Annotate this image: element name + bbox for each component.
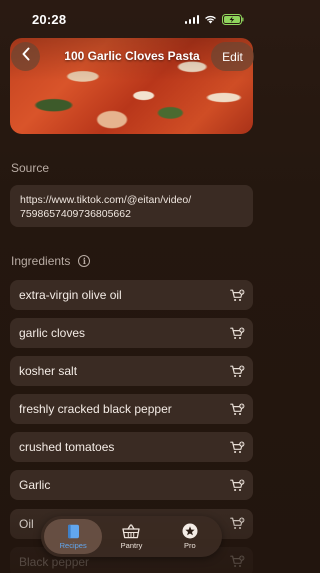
tab-label: Pantry — [120, 540, 143, 550]
chevron-left-icon — [21, 47, 31, 66]
edit-button[interactable]: Edit — [211, 42, 254, 71]
recipe-title: 100 Garlic Cloves Pasta — [64, 49, 200, 63]
ingredients-label: Ingredients — [11, 254, 71, 268]
ingredient-row[interactable]: extra-virgin olive oil — [10, 280, 253, 310]
add-to-cart-icon[interactable] — [230, 517, 245, 530]
add-to-cart-icon[interactable] — [230, 479, 245, 492]
add-to-cart-icon[interactable] — [230, 289, 245, 302]
book-icon — [67, 524, 80, 539]
source-url-line-2: 7598657409736805662 — [20, 208, 131, 220]
star-badge-icon — [182, 523, 198, 539]
add-to-cart-icon[interactable] — [230, 327, 245, 340]
wifi-icon — [204, 15, 217, 24]
ingredient-row[interactable]: garlic cloves — [10, 318, 253, 349]
add-to-cart-icon[interactable] — [230, 403, 245, 416]
status-icons — [184, 13, 245, 25]
add-to-cart-icon[interactable] — [230, 365, 245, 378]
info-icon[interactable]: i — [78, 255, 91, 267]
source-label: Source — [11, 161, 50, 175]
battery-charging-icon — [222, 13, 244, 25]
ingredient-row[interactable]: crushed tomatoes — [10, 432, 253, 463]
basket-icon — [122, 523, 141, 539]
ingredient-name: extra-virgin olive oil — [19, 288, 122, 302]
ingredient-name: freshly cracked black pepper — [19, 402, 172, 417]
source-url-field[interactable]: https://www.tiktok.com/@eitan/video/ 759… — [10, 185, 253, 227]
ingredient-name: kosher salt — [19, 364, 78, 379]
ingredients-header: Ingredients i — [11, 254, 91, 268]
tab-label: Recipes — [59, 540, 87, 550]
tab-label: Pro — [183, 541, 196, 550]
tab-bar: Recipes Pantry Pro — [41, 516, 222, 557]
status-time: 20:28 — [32, 11, 67, 27]
ingredient-name: garlic cloves — [19, 326, 86, 341]
ingredient-name: Oil — [19, 516, 34, 531]
ingredient-row[interactable]: kosher salt — [10, 356, 253, 387]
ingredient-name: Garlic — [19, 478, 51, 493]
add-to-cart-icon[interactable] — [230, 441, 245, 454]
ingredient-row[interactable]: Garlic — [10, 470, 253, 501]
tab-recipes[interactable]: Recipes — [44, 519, 103, 554]
tab-pantry[interactable]: Pantry — [102, 519, 160, 554]
source-url-line-1: https://www.tiktok.com/@eitan/video/ — [20, 194, 192, 206]
ingredient-row[interactable]: freshly cracked black pepper — [10, 394, 253, 425]
back-button[interactable] — [11, 42, 40, 71]
ingredient-name: crushed tomatoes — [19, 440, 115, 455]
tab-pro[interactable]: Pro — [161, 519, 219, 554]
signal-icon — [184, 14, 199, 24]
add-to-cart-icon[interactable] — [230, 555, 245, 568]
status-bar: 20:28 — [0, 0, 264, 38]
